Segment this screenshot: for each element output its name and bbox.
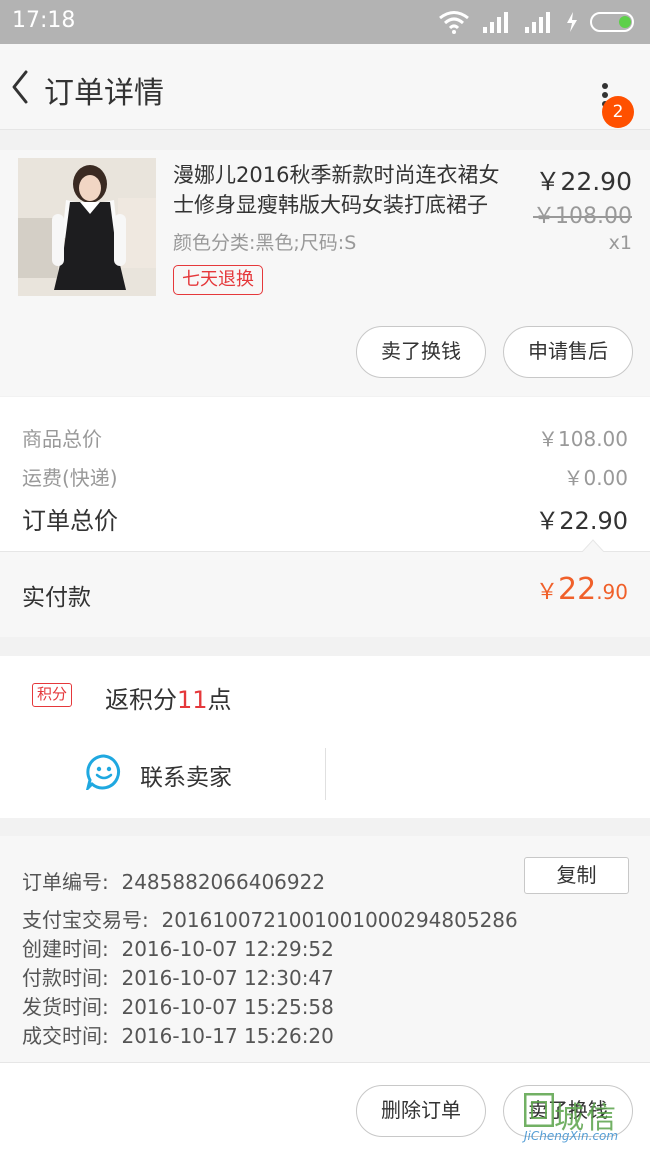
status-time: 17:18: [12, 8, 76, 33]
contact-seller-button[interactable]: 联系卖家: [0, 746, 325, 800]
paid-amount-row: 实付款 ￥22.90: [0, 539, 650, 637]
info-label: 付款时间:: [22, 966, 109, 990]
watermark-badge-icon: [524, 1093, 554, 1127]
nav-bar: 订单详情 2: [0, 44, 650, 130]
goods-total-row: 商品总价 ￥108.00: [22, 423, 628, 452]
info-label: 发货时间:: [22, 995, 109, 1019]
order-item-card[interactable]: 漫娜儿2016秋季新款时尚连衣裙女士修身显瘦韩版大码女装打底裙子 颜色分类:黑色…: [0, 150, 650, 396]
signal-icon: [483, 12, 508, 33]
notification-badge: 2: [602, 96, 634, 128]
goods-total-label: 商品总价: [22, 427, 102, 451]
order-total-row: 订单总价 ￥22.90: [22, 501, 628, 536]
points-suffix: 点: [207, 686, 232, 714]
signal-icon-2: [525, 12, 550, 33]
paid-label: 实付款: [22, 585, 91, 611]
current-price: ￥22.90: [535, 167, 632, 196]
info-label: 订单编号:: [22, 870, 109, 894]
info-order-number: 订单编号: 2485882066406922: [22, 866, 325, 895]
status-icons: [438, 10, 638, 34]
info-alipay-number: 支付宝交易号: 2016100721001001000294805286: [22, 904, 518, 933]
divider: [325, 748, 326, 800]
points-amount: 11: [177, 686, 208, 714]
order-total-label: 订单总价: [22, 507, 118, 535]
original-price: ￥108.00: [533, 204, 632, 229]
info-value: 2016-10-07 12:29:52: [121, 937, 334, 961]
info-completed-time: 成交时间: 2016-10-17 15:26:20: [22, 1020, 334, 1049]
order-total-value: ￥22.90: [535, 507, 628, 535]
info-value: 2485882066406922: [121, 870, 326, 894]
charging-icon: [567, 12, 577, 32]
product-thumbnail[interactable]: [18, 158, 156, 296]
wifi-icon: [439, 11, 469, 34]
caret-up-icon: [582, 539, 604, 552]
paid-amount: ￥22.90: [536, 572, 628, 607]
shipping-row: 运费(快递) ￥0.00: [22, 462, 628, 491]
shipping-value: ￥0.00: [563, 466, 628, 490]
chat-smile-icon: [86, 754, 120, 790]
battery-icon: [590, 12, 634, 32]
info-value: 2016-10-07 12:30:47: [121, 966, 334, 990]
back-arrow-icon[interactable]: [6, 64, 36, 110]
info-shipped-time: 发货时间: 2016-10-07 15:25:58: [22, 991, 334, 1020]
points-section: 积分 返积分11点 联系卖家: [0, 656, 650, 818]
info-label: 支付宝交易号:: [22, 908, 149, 932]
product-sku: 颜色分类:黑色;尺码:S: [173, 232, 357, 254]
info-label: 成交时间:: [22, 1024, 109, 1048]
quantity: x1: [608, 232, 632, 254]
goods-total-value: ￥108.00: [538, 427, 628, 451]
dress-image-icon: [18, 158, 156, 296]
points-text: 返积分11点: [105, 680, 232, 715]
paid-decimal: .90: [596, 580, 628, 604]
order-info: 订单编号: 2485882066406922 复制 支付宝交易号: 201610…: [0, 836, 650, 1062]
points-tag: 积分: [32, 683, 73, 707]
info-value: 2016-10-17 15:26:20: [121, 1024, 334, 1048]
copy-button[interactable]: 复制: [524, 857, 629, 894]
product-title[interactable]: 漫娜儿2016秋季新款时尚连衣裙女士修身显瘦韩版大码女装打底裙子: [173, 160, 513, 220]
page-title: 订单详情: [44, 76, 164, 111]
paid-currency: ￥: [535, 580, 558, 605]
watermark-logo: 城信 JiChengXin.com: [524, 1087, 644, 1147]
price-summary: 商品总价 ￥108.00 运费(快递) ￥0.00 订单总价 ￥22.90: [0, 397, 650, 551]
paid-integer: 22: [558, 572, 597, 607]
points-prefix: 返积分: [105, 686, 177, 714]
info-value: 2016-10-07 15:25:58: [121, 995, 334, 1019]
info-value: 2016100721001001000294805286: [161, 908, 518, 932]
info-label: 创建时间:: [22, 937, 109, 961]
status-bar: 17:18: [0, 0, 650, 44]
shipping-label: 运费(快递): [22, 466, 118, 490]
delete-order-button[interactable]: 删除订单: [356, 1085, 486, 1137]
bottom-action-bar: 删除订单 卖了换钱 城信 JiChengXin.com: [0, 1062, 650, 1155]
info-created-time: 创建时间: 2016-10-07 12:29:52: [22, 933, 334, 962]
watermark-url: JiChengXin.com: [524, 1129, 619, 1143]
info-paid-time: 付款时间: 2016-10-07 12:30:47: [22, 962, 334, 991]
contact-seller-label: 联系卖家: [140, 765, 232, 791]
after-sale-button[interactable]: 申请售后: [503, 326, 633, 378]
sell-button[interactable]: 卖了换钱: [356, 326, 486, 378]
return-policy-tag: 七天退换: [173, 265, 263, 295]
